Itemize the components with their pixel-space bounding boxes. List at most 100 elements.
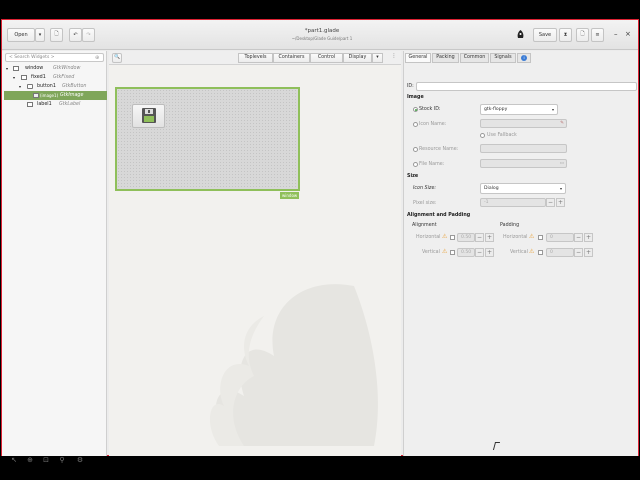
close-icon[interactable]: × bbox=[625, 30, 633, 38]
menu-button[interactable]: ≡ bbox=[591, 28, 604, 42]
horizontal-padding-checkbox[interactable] bbox=[538, 235, 543, 240]
document-button[interactable]: 🗋 bbox=[576, 28, 589, 42]
tab-control[interactable]: Control bbox=[310, 53, 343, 63]
horizontal-align-increment[interactable]: + bbox=[485, 233, 494, 242]
tab-general[interactable]: General bbox=[405, 53, 431, 63]
save-button[interactable]: Save bbox=[533, 28, 557, 42]
id-field[interactable] bbox=[416, 82, 637, 91]
search-clear-icon[interactable]: ⊕ bbox=[95, 55, 99, 61]
settings-icon[interactable]: ⚙ bbox=[76, 456, 84, 464]
tab-display[interactable]: Display bbox=[343, 53, 372, 63]
open-dropdown-button[interactable]: ▾ bbox=[35, 28, 45, 42]
tab-packing[interactable]: Packing bbox=[432, 53, 459, 63]
horizontal-align-checkbox[interactable] bbox=[450, 235, 455, 240]
undo-button[interactable]: ↶ bbox=[69, 28, 82, 42]
use-fallback-label: Use Fallback bbox=[487, 133, 517, 138]
window-canvas[interactable] bbox=[115, 87, 300, 191]
expander-icon[interactable]: ▾ bbox=[19, 82, 21, 91]
search-widgets-input[interactable]: < Search Widgets > bbox=[5, 53, 104, 62]
vertical-padding-decrement[interactable]: − bbox=[574, 248, 583, 257]
expander-icon[interactable]: ▾ bbox=[6, 64, 8, 73]
padding-label: Padding bbox=[500, 223, 520, 228]
vertical-align-checkbox[interactable] bbox=[450, 250, 455, 255]
tree-row-image1[interactable]: (image1) GtkImage bbox=[4, 91, 107, 100]
margin-edit-icon[interactable]: ⊡ bbox=[42, 456, 50, 464]
glade-window: Open ▾ 🗋 ↶ ↷ *part1.glade ~/Desktop/Glad… bbox=[1, 19, 639, 464]
palette-toolbar: 🔍 Toplevels Containers Control Display ▾… bbox=[109, 51, 401, 65]
info-icon: i bbox=[521, 55, 527, 61]
vertical-padding-increment[interactable]: + bbox=[584, 248, 593, 257]
save-as-button[interactable]: ⧗ bbox=[559, 28, 572, 42]
stock-id-combo[interactable]: gtk-floppy ▾ bbox=[480, 104, 558, 115]
window-title: *part1.glade bbox=[304, 28, 340, 34]
horizontal-padding-decrement[interactable]: − bbox=[574, 233, 583, 242]
tab-common[interactable]: Common bbox=[460, 53, 489, 63]
vertical-padding-checkbox[interactable] bbox=[538, 250, 543, 255]
tab-label: General bbox=[408, 55, 428, 60]
vertical-align-label: Vertical bbox=[422, 250, 440, 255]
horizontal-align-decrement[interactable]: − bbox=[475, 233, 484, 242]
inspector-icon[interactable] bbox=[516, 30, 525, 40]
glade-watermark-icon bbox=[209, 284, 378, 446]
redo-button[interactable]: ↷ bbox=[82, 28, 95, 42]
window-icon bbox=[13, 66, 19, 71]
vertical-align-increment[interactable]: + bbox=[485, 248, 494, 257]
fixed-icon bbox=[21, 75, 27, 80]
drag-resize-icon[interactable]: ⊕ bbox=[26, 456, 34, 464]
horizontal-align-label: Horizontal bbox=[416, 235, 441, 240]
icon-name-radio[interactable] bbox=[413, 122, 418, 127]
horizontal-align-value: 0.50 bbox=[461, 235, 472, 240]
file-name-field[interactable]: ▭ bbox=[480, 159, 567, 168]
vertical-padding-field[interactable]: 0 bbox=[546, 248, 574, 257]
resource-name-label: Resource Name: bbox=[419, 147, 459, 152]
tree-item-type: GtkLabel bbox=[59, 102, 81, 107]
pointer-icon[interactable]: ↖ bbox=[10, 456, 18, 464]
new-file-button[interactable]: 🗋 bbox=[50, 28, 63, 42]
alignment-label: Alignment bbox=[412, 223, 437, 228]
tree-item-name: window bbox=[25, 66, 44, 71]
new-file-icon: 🗋 bbox=[54, 31, 59, 37]
use-fallback-checkbox[interactable] bbox=[480, 133, 485, 138]
tab-containers[interactable]: Containers bbox=[273, 53, 310, 63]
tree-row-button1[interactable]: ▾ button1 GtkButton bbox=[2, 82, 105, 91]
hamburger-icon: ≡ bbox=[595, 32, 600, 38]
pixel-size-label: Pixel size: bbox=[413, 201, 437, 206]
tab-label: Toplevels bbox=[244, 55, 267, 60]
pixel-size-field[interactable]: -1 bbox=[480, 198, 546, 207]
expander-icon[interactable]: ▾ bbox=[13, 73, 15, 82]
palette-more-button[interactable]: ▾ bbox=[372, 53, 383, 63]
open-button[interactable]: Open bbox=[7, 28, 35, 42]
chevron-down-icon: ▾ bbox=[38, 32, 42, 38]
pixel-size-increment[interactable]: + bbox=[556, 198, 565, 207]
button1-widget[interactable] bbox=[132, 104, 165, 128]
horizontal-align-field[interactable]: 0.50 bbox=[457, 233, 475, 242]
pixel-size-value: -1 bbox=[484, 200, 489, 205]
horizontal-padding-field[interactable]: 0 bbox=[546, 233, 574, 242]
tab-signals[interactable]: Signals bbox=[490, 53, 516, 63]
tree-row-fixed1[interactable]: ▾ fixed1 GtkFixed bbox=[2, 73, 105, 82]
tree-item-type: GtkFixed bbox=[53, 75, 75, 80]
pixel-size-decrement[interactable]: − bbox=[546, 198, 555, 207]
floppy-icon bbox=[142, 108, 156, 123]
tab-info[interactable]: i bbox=[517, 53, 531, 63]
resource-name-field[interactable] bbox=[480, 144, 567, 153]
horizontal-padding-increment[interactable]: + bbox=[584, 233, 593, 242]
file-name-radio[interactable] bbox=[413, 162, 418, 167]
icon-size-combo[interactable]: Dialog ▾ bbox=[480, 183, 566, 194]
icon-size-label: Icon Size: bbox=[413, 186, 437, 191]
widget-tree-panel: < Search Widgets > ⊕ ▾ window GtkWindow … bbox=[2, 51, 107, 464]
stock-id-label: Stock ID: bbox=[419, 107, 441, 112]
vertical-align-field[interactable]: 0.50 bbox=[457, 248, 475, 257]
align-edit-icon[interactable]: ⚲ bbox=[58, 456, 66, 464]
resource-name-radio[interactable] bbox=[413, 147, 418, 152]
tree-row-label1[interactable]: label1 GtkLabel bbox=[2, 100, 105, 109]
minimize-icon[interactable]: – bbox=[614, 30, 622, 38]
vertical-align-decrement[interactable]: − bbox=[475, 248, 484, 257]
palette-menu-button[interactable]: ⋮ bbox=[389, 53, 399, 63]
icon-name-field[interactable]: ✎ bbox=[480, 119, 567, 128]
window-label-tag: window bbox=[280, 192, 300, 199]
tree-row-window[interactable]: ▾ window GtkWindow bbox=[2, 64, 105, 73]
stock-id-radio[interactable] bbox=[413, 107, 418, 112]
palette-search-button[interactable]: 🔍 bbox=[112, 53, 122, 63]
tab-toplevels[interactable]: Toplevels bbox=[238, 53, 273, 63]
